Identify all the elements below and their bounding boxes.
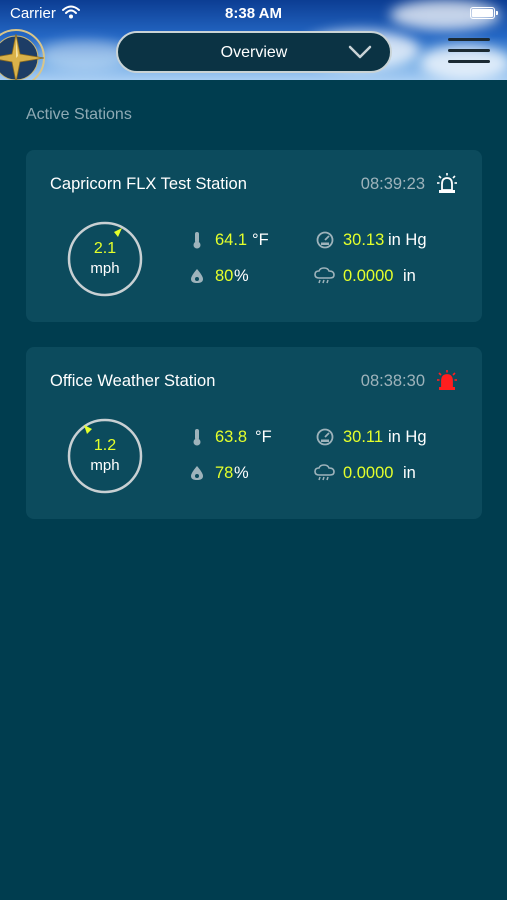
humidity-drop-icon [191, 466, 203, 480]
clock: 8:38 AM [225, 5, 282, 22]
wind-speed-unit: mph [90, 260, 120, 277]
station-card[interactable]: Office Weather Station 08:38:30 1.2 mph … [26, 347, 482, 519]
wind-speed-unit: mph [90, 457, 120, 474]
rain-value: 0.0000 [343, 267, 394, 285]
temperature-value: 64.1 [215, 231, 248, 249]
station-name: Office Weather Station [50, 372, 216, 390]
header-banner: Carrier 8:38 AM Overview [0, 0, 507, 80]
wind-speed-value: 1.2 [93, 437, 117, 454]
alarm-light-icon[interactable] [437, 173, 457, 195]
compass-logo-icon [0, 29, 45, 80]
humidity-value: 80 [215, 267, 234, 285]
pressure-unit: in Hg [388, 428, 427, 446]
pressure-value: 30.11 [343, 428, 384, 446]
rain-value: 0.0000 [343, 464, 394, 482]
thermometer-icon [193, 232, 201, 249]
wind-direction-marker-icon [114, 228, 122, 237]
section-title: Active Stations [26, 106, 132, 123]
alarm-light-icon[interactable] [437, 370, 457, 392]
temperature-unit: °F [255, 428, 272, 446]
pressure-unit: in Hg [388, 231, 427, 249]
humidity-value: 78 [215, 464, 234, 482]
station-card[interactable]: Capricorn FLX Test Station 08:39:23 2.1 … [26, 150, 482, 322]
station-last-update-time: 08:38:30 [360, 372, 425, 390]
battery-icon [470, 7, 498, 19]
pressure-value: 30.13 [343, 231, 385, 249]
view-selector-dropdown[interactable]: Overview [116, 31, 392, 73]
status-bar: Carrier 8:38 AM [0, 0, 507, 28]
rain-cloud-icon [314, 464, 335, 481]
humidity-unit: % [234, 267, 249, 285]
wind-speed-value: 2.1 [93, 240, 117, 257]
barometer-icon [316, 231, 334, 249]
station-name: Capricorn FLX Test Station [50, 175, 247, 193]
wind-gauge [67, 221, 143, 297]
humidity-unit: % [234, 464, 249, 482]
hamburger-menu-icon[interactable] [448, 38, 490, 68]
wind-gauge [67, 418, 143, 494]
temperature-value: 63.8 [215, 428, 248, 446]
station-last-update-time: 08:39:23 [360, 175, 425, 193]
wind-direction-marker-icon [84, 425, 92, 434]
humidity-drop-icon [191, 269, 203, 283]
thermometer-icon [193, 429, 201, 446]
barometer-icon [316, 428, 334, 446]
chevron-down-icon [348, 45, 372, 59]
rain-cloud-icon [314, 267, 335, 284]
rain-unit: in [403, 267, 416, 285]
temperature-unit: °F [252, 231, 269, 249]
rain-unit: in [403, 464, 416, 482]
